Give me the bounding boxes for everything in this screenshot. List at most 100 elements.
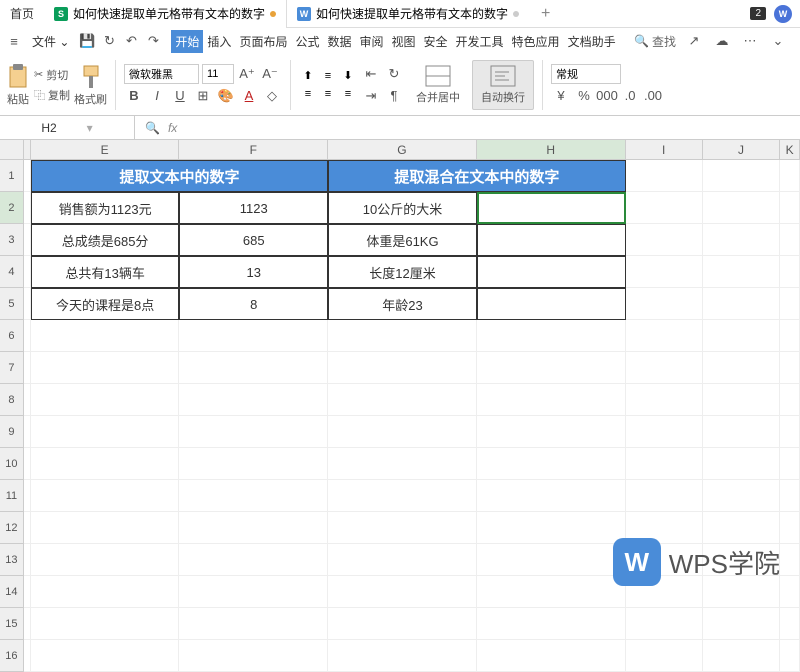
tab-special[interactable]: 特色应用: [508, 30, 564, 53]
cell[interactable]: [179, 352, 328, 384]
cell[interactable]: [477, 544, 626, 576]
font-color-button[interactable]: A: [239, 86, 259, 106]
cell[interactable]: [477, 352, 626, 384]
cell[interactable]: [179, 544, 328, 576]
tab-doc1[interactable]: S 如何快速提取单元格带有文本的数字: [44, 0, 287, 28]
cell[interactable]: [626, 608, 703, 640]
cell[interactable]: [626, 480, 703, 512]
tab-start[interactable]: 开始: [171, 30, 203, 53]
cloud-icon[interactable]: ☁: [712, 31, 732, 51]
align-center-icon[interactable]: ≡: [319, 86, 337, 102]
cell-e3[interactable]: 总成绩是685分: [31, 224, 180, 256]
paste-button[interactable]: 粘贴: [6, 63, 30, 107]
tab-doc2[interactable]: W 如何快速提取单元格带有文本的数字: [287, 0, 529, 28]
align-left-icon[interactable]: ≡: [299, 86, 317, 102]
cell[interactable]: [328, 608, 477, 640]
border-button[interactable]: ⊞: [193, 86, 213, 106]
tab-devtools[interactable]: 开发工具: [452, 30, 508, 53]
cell[interactable]: [703, 416, 780, 448]
comma-icon[interactable]: 000: [597, 86, 617, 106]
tab-review[interactable]: 审阅: [355, 30, 387, 53]
cell[interactable]: [24, 384, 31, 416]
format-painter-button[interactable]: 格式刷: [74, 63, 107, 107]
cell[interactable]: [703, 608, 780, 640]
redo-icon[interactable]: ↷: [143, 31, 163, 51]
cell-g4[interactable]: 长度12厘米: [328, 256, 477, 288]
cell[interactable]: [179, 576, 328, 608]
cell[interactable]: [626, 320, 703, 352]
row-header-5[interactable]: 5: [0, 288, 24, 320]
cell[interactable]: [780, 320, 800, 352]
cell[interactable]: [780, 224, 800, 256]
cell[interactable]: [31, 352, 180, 384]
cell[interactable]: [328, 416, 477, 448]
cell[interactable]: [780, 448, 800, 480]
cell[interactable]: [328, 448, 477, 480]
row-header-7[interactable]: 7: [0, 352, 24, 384]
cell[interactable]: [31, 480, 180, 512]
cell[interactable]: [477, 384, 626, 416]
cell[interactable]: [780, 480, 800, 512]
cell[interactable]: [24, 352, 31, 384]
font-name-select[interactable]: [124, 64, 199, 84]
currency-icon[interactable]: ¥: [551, 86, 571, 106]
indent-increase-icon[interactable]: ⇥: [361, 86, 381, 106]
cell[interactable]: [703, 192, 780, 224]
tab-security[interactable]: 安全: [420, 30, 452, 53]
cell[interactable]: [780, 576, 800, 608]
cell[interactable]: [703, 320, 780, 352]
cell[interactable]: [780, 416, 800, 448]
cell[interactable]: [328, 480, 477, 512]
row-header-9[interactable]: 9: [0, 416, 24, 448]
cell-f2[interactable]: 1123: [179, 192, 328, 224]
search-box[interactable]: 🔍 查找: [634, 33, 676, 50]
cell[interactable]: [703, 480, 780, 512]
row-header-6[interactable]: 6: [0, 320, 24, 352]
cell[interactable]: [626, 160, 703, 192]
tab-view[interactable]: 视图: [388, 30, 420, 53]
tab-dochelper[interactable]: 文档助手: [564, 30, 620, 53]
row-header-4[interactable]: 4: [0, 256, 24, 288]
cell[interactable]: [626, 192, 703, 224]
cell[interactable]: [31, 448, 180, 480]
row-header-14[interactable]: 14: [0, 576, 24, 608]
cell[interactable]: [24, 192, 31, 224]
cell[interactable]: [24, 576, 31, 608]
cell[interactable]: [780, 512, 800, 544]
cell[interactable]: [328, 576, 477, 608]
col-header-d[interactable]: [24, 140, 31, 159]
cell[interactable]: [780, 640, 800, 672]
cell-e4[interactable]: 总共有13辆车: [31, 256, 180, 288]
cell[interactable]: [24, 448, 31, 480]
cell[interactable]: [328, 544, 477, 576]
cell-e2[interactable]: 销售额为1123元: [31, 192, 180, 224]
cell[interactable]: [780, 384, 800, 416]
cell[interactable]: [31, 640, 180, 672]
menu-icon[interactable]: ≡: [4, 31, 24, 51]
cell[interactable]: [626, 256, 703, 288]
increase-font-icon[interactable]: A⁺: [237, 64, 257, 84]
cell-f3[interactable]: 685: [179, 224, 328, 256]
copy-button[interactable]: ⿻复制: [34, 87, 70, 103]
cell[interactable]: [328, 320, 477, 352]
row-header-3[interactable]: 3: [0, 224, 24, 256]
cell[interactable]: [328, 512, 477, 544]
bold-button[interactable]: B: [124, 86, 144, 106]
align-bottom-icon[interactable]: ⬇: [339, 68, 357, 84]
cell[interactable]: [780, 288, 800, 320]
cell[interactable]: [703, 384, 780, 416]
cell[interactable]: [328, 352, 477, 384]
row-header-2[interactable]: 2: [0, 192, 24, 224]
chevron-down-icon[interactable]: ⌄: [768, 31, 788, 51]
col-header-f[interactable]: F: [179, 140, 328, 159]
decrease-font-icon[interactable]: A⁻: [260, 64, 280, 84]
cell[interactable]: [24, 640, 31, 672]
cell[interactable]: [477, 640, 626, 672]
cell[interactable]: [780, 544, 800, 576]
save-icon[interactable]: 💾: [77, 31, 97, 51]
cell-g5[interactable]: 年龄23: [328, 288, 477, 320]
cell[interactable]: [24, 160, 31, 192]
cell[interactable]: [780, 608, 800, 640]
cut-button[interactable]: ✂剪切: [34, 67, 70, 83]
cell-f5[interactable]: 8: [179, 288, 328, 320]
